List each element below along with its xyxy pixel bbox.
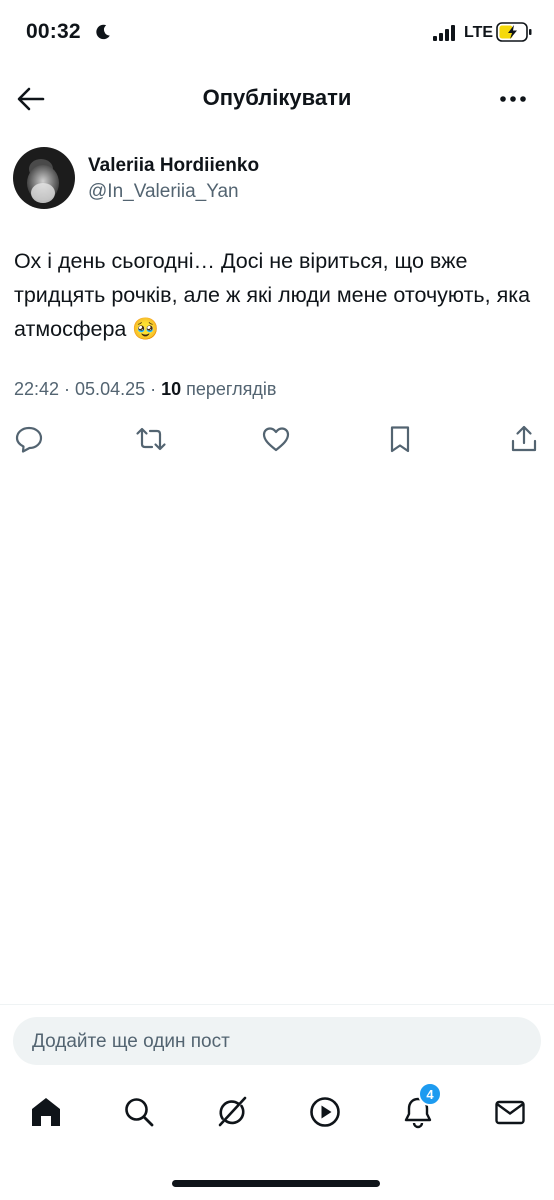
- views-count[interactable]: 10: [161, 379, 181, 399]
- header: Опублікувати: [0, 68, 554, 128]
- more-dots-icon[interactable]: [496, 82, 530, 116]
- post-timestamp: 22:42 · 05.04.25 ·: [14, 379, 162, 399]
- grok-icon: [218, 1096, 247, 1127]
- share-button[interactable]: [507, 420, 541, 458]
- tab-video[interactable]: [305, 1092, 345, 1132]
- post-text: Ох і день сьогодні… Досі не віриться, що…: [14, 249, 531, 341]
- composer-placeholder: Додайте ще один пост: [32, 1031, 230, 1052]
- status-bar: 00:32 LTE: [0, 0, 554, 68]
- moon-icon: [96, 24, 110, 40]
- bookmark-button[interactable]: [383, 420, 417, 458]
- tab-search[interactable]: [119, 1092, 159, 1132]
- like-icon: [262, 427, 290, 452]
- reply-icon: [15, 426, 43, 453]
- messages-icon: [495, 1100, 525, 1125]
- tab-notifications[interactable]: 4: [398, 1082, 442, 1132]
- views-label[interactable]: переглядів: [181, 379, 276, 399]
- video-icon: [310, 1097, 340, 1127]
- repost-button[interactable]: [134, 420, 168, 458]
- author-handle[interactable]: @In_Valeriia_Yan: [88, 181, 239, 203]
- share-icon: [511, 425, 537, 452]
- tab-messages[interactable]: [490, 1092, 530, 1132]
- repost-icon: [136, 427, 166, 451]
- signal-icon: [433, 25, 455, 41]
- tab-bar: 4: [0, 1080, 554, 1150]
- bookmark-icon: [390, 426, 410, 453]
- tab-home[interactable]: [26, 1092, 66, 1132]
- avatar[interactable]: [13, 147, 75, 209]
- reply-button[interactable]: [12, 420, 46, 458]
- tab-grok[interactable]: [212, 1092, 252, 1132]
- divider: [0, 1004, 554, 1005]
- status-time: 00:32: [26, 20, 81, 43]
- home-indicator[interactable]: [172, 1180, 380, 1187]
- post-meta: 22:42 · 05.04.25 · 10 переглядів: [14, 379, 276, 400]
- like-button[interactable]: [259, 420, 293, 458]
- notifications-badge: 4: [418, 1082, 442, 1106]
- home-icon: [32, 1098, 60, 1126]
- reply-composer-input[interactable]: Додайте ще один пост: [13, 1017, 541, 1065]
- author-name[interactable]: Valeriia Hordiienko: [88, 155, 259, 177]
- post-actions: [0, 420, 554, 460]
- search-icon: [125, 1098, 154, 1127]
- network-type: LTE: [464, 24, 494, 41]
- battery-charging-icon: [496, 22, 532, 42]
- page-title: Опублікувати: [202, 85, 352, 110]
